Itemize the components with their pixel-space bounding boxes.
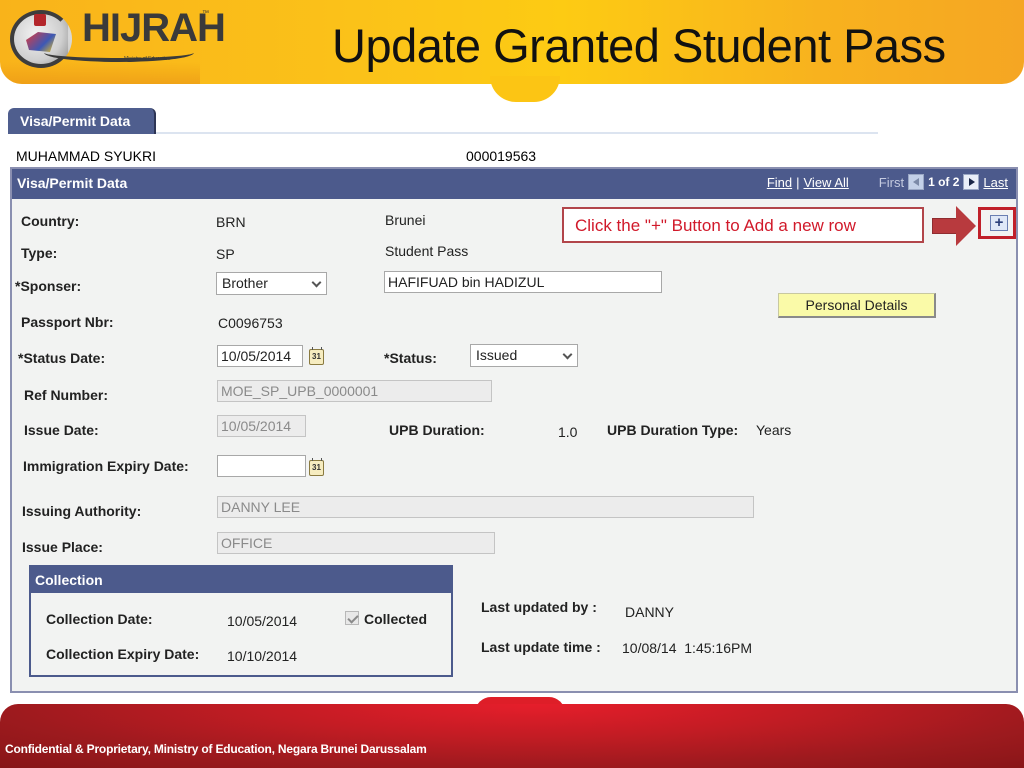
collected-checkbox[interactable]	[345, 611, 359, 625]
type-name: Student Pass	[385, 243, 469, 259]
banner-notch	[490, 76, 560, 102]
status-date-input[interactable]: 10/05/2014	[217, 345, 303, 367]
callout-arrow-icon	[932, 218, 958, 234]
pager-count: 1 of 2	[928, 175, 960, 189]
calendar-icon[interactable]: 31	[309, 347, 324, 365]
view-all-link[interactable]: View All	[804, 175, 849, 190]
issue-place-label: Issue Place:	[22, 539, 103, 555]
find-link[interactable]: Find	[767, 175, 792, 190]
first-link: First	[878, 174, 905, 190]
upb-duration-type-value: Years	[756, 422, 792, 438]
chevron-down-icon	[311, 277, 322, 288]
issue-date-label: Issue Date:	[24, 422, 99, 438]
status-selected: Issued	[476, 347, 518, 363]
instruction-callout: Click the "+" Button to Add a new row	[562, 207, 924, 243]
type-code: SP	[216, 246, 235, 262]
collection-header: Collection	[31, 567, 451, 593]
tab-visa-permit-data[interactable]: Visa/Permit Data	[8, 108, 156, 134]
last-update-time-label: Last update time :	[481, 639, 601, 655]
grid-navigation: Find | View All First 1 of 2 Last	[767, 174, 1008, 190]
personal-details-button[interactable]: Personal Details	[778, 293, 936, 318]
passport-label: Passport Nbr:	[21, 314, 114, 330]
calendar-icon[interactable]: 31	[309, 458, 324, 476]
collected-label: Collected	[364, 611, 428, 627]
status-select[interactable]: Issued	[470, 344, 578, 367]
crest-icon	[34, 14, 46, 26]
issue-place-field: OFFICE	[217, 532, 495, 554]
nav-separator: |	[796, 174, 800, 190]
page-title: Update Granted Student Pass	[332, 19, 946, 72]
issue-date-field: 10/05/2014	[217, 415, 306, 437]
upb-duration-label: UPB Duration:	[389, 422, 485, 438]
callout-arrow-head-icon	[956, 206, 976, 246]
issuing-authority-label: Issuing Authority:	[22, 503, 142, 519]
add-row-button[interactable]: +	[990, 215, 1008, 231]
collection-title: Collection	[35, 572, 103, 588]
sponser-select[interactable]: Brother	[216, 272, 327, 295]
collection-panel: Collection Collection Date: 10/05/2014 C…	[29, 565, 453, 677]
hijrah-logo: HIJRAH ™ Ministry of Education	[4, 4, 226, 74]
sponser-name-input[interactable]: HAFIFUAD bin HADIZUL	[384, 271, 662, 293]
issuing-authority-field: DANNY LEE	[217, 496, 754, 518]
last-update-time-value: 10/08/14 1:45:16PM	[622, 640, 752, 656]
type-label: Type:	[21, 245, 58, 261]
previous-arrow-icon[interactable]	[908, 174, 925, 190]
logo-swoosh	[44, 52, 194, 62]
sponser-label: *Sponser:	[15, 278, 82, 294]
ref-number-field: MOE_SP_UPB_0000001	[217, 380, 492, 402]
country-name: Brunei	[385, 212, 426, 228]
visa-permit-panel: Visa/Permit Data Find | View All First 1…	[10, 167, 1018, 693]
collection-expiry-value: 10/10/2014	[227, 648, 298, 664]
upb-duration-value: 1.0	[558, 424, 578, 440]
immigration-expiry-label: Immigration Expiry Date:	[23, 458, 189, 474]
upb-duration-type-label: UPB Duration Type:	[607, 422, 739, 438]
passport-value: C0096753	[218, 315, 283, 331]
collection-date-label: Collection Date:	[46, 611, 153, 627]
sponser-selected: Brother	[222, 275, 268, 291]
footer-text: Confidential & Proprietary, Ministry of …	[5, 742, 427, 756]
last-updated-by-label: Last updated by :	[481, 599, 597, 615]
collection-date-value: 10/05/2014	[227, 613, 298, 629]
country-code: BRN	[216, 214, 246, 230]
status-label: *Status:	[384, 350, 437, 366]
collection-expiry-label: Collection Expiry Date:	[46, 646, 200, 662]
chevron-down-icon	[562, 349, 573, 360]
tab-divider	[156, 132, 878, 134]
last-updated-by-value: DANNY	[625, 604, 675, 620]
panel-title: Visa/Permit Data	[17, 175, 128, 191]
logo-tagline: Ministry of Education	[124, 56, 171, 62]
country-label: Country:	[21, 213, 80, 229]
next-arrow-icon[interactable]	[963, 174, 980, 190]
last-link[interactable]: Last	[983, 175, 1008, 190]
ref-number-label: Ref Number:	[24, 387, 109, 403]
immigration-expiry-input[interactable]	[217, 455, 306, 477]
panel-header: Visa/Permit Data Find | View All First 1…	[12, 169, 1016, 199]
logo-trademark: ™	[202, 10, 209, 17]
person-id: 000019563	[466, 148, 537, 164]
status-date-label: *Status Date:	[18, 350, 106, 366]
footer-banner	[0, 704, 1024, 768]
person-name: MUHAMMAD SYUKRI	[16, 148, 157, 164]
